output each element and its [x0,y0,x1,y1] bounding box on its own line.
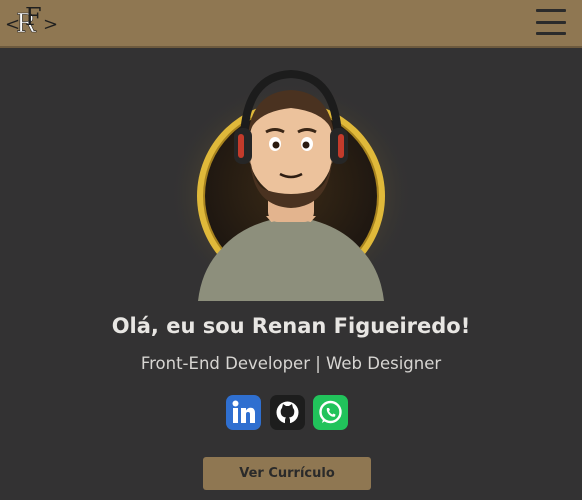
role-subtitle: Front-End Developer | Web Designer [140,354,442,373]
hero-section: Olá, eu sou Renan Figueiredo! Front-End … [0,50,582,500]
svg-text:F: F [25,3,42,31]
top-navbar: < > R F [0,0,582,48]
svg-text:>: > [43,14,58,35]
menu-line [536,20,566,24]
linkedin-icon[interactable] [226,395,261,430]
greeting-heading: Olá, eu sou Renan Figueiredo! [111,314,471,338]
profile-avatar [168,66,414,306]
menu-line [536,32,566,35]
github-icon[interactable] [269,395,305,430]
rf-logo[interactable]: < > R F [2,3,58,43]
hamburger-menu-icon[interactable] [536,9,566,35]
menu-line [536,9,566,12]
view-resume-button[interactable]: Ver Currículo [203,457,371,490]
social-links [226,395,348,431]
whatsapp-icon[interactable] [313,395,348,430]
